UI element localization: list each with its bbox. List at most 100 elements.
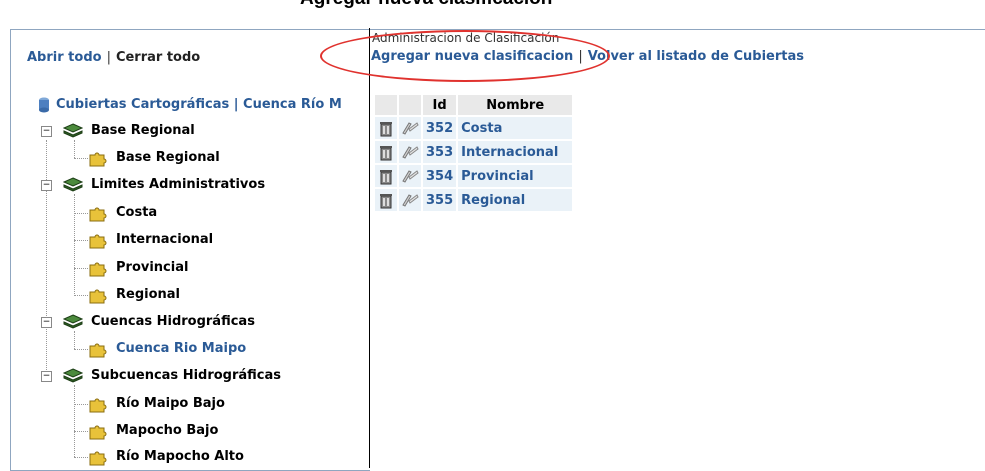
tree-leaf-cuenca-rio-maipo[interactable]: Cuenca Rio Maipo	[88, 339, 246, 359]
tree-group-label: Base Regional	[91, 123, 195, 138]
delete-cell	[375, 141, 397, 163]
trash-icon[interactable]	[377, 167, 395, 185]
tree-leaf-base-regional[interactable]: Base Regional	[88, 148, 220, 168]
expander-minus-icon[interactable]: −	[41, 126, 52, 137]
puzzle-icon	[89, 451, 107, 465]
table-header-cell	[399, 95, 421, 115]
tree-group-subcuencas[interactable]: Subcuencas Hidrográficas	[63, 366, 281, 386]
puzzle-icon	[89, 207, 107, 221]
tree-connector	[74, 331, 75, 349]
tree-connector	[74, 213, 88, 214]
tree-leaf-label: Mapocho Bajo	[116, 423, 219, 438]
tree-group-cuencas[interactable]: Cuencas Hidrográficas	[63, 312, 255, 332]
tree-connector	[74, 457, 88, 458]
tree-leaf-label: Río Mapocho Alto	[116, 449, 244, 464]
table-header-row: Id Nombre	[375, 95, 573, 115]
tree-root-label: Cubiertas Cartográficas | Cuenca Río M	[56, 97, 342, 112]
trash-icon[interactable]	[377, 143, 395, 161]
table-row: 355 Regional	[375, 189, 573, 211]
tree-leaf-provincial[interactable]: Provincial	[88, 258, 188, 278]
row-id: 353	[423, 141, 457, 163]
edit-icon[interactable]	[401, 167, 419, 185]
tree-leaf-label: Costa	[116, 205, 158, 220]
tree-connector	[74, 385, 75, 457]
tree-connector	[74, 404, 88, 405]
open-all-link[interactable]: Abrir todo	[27, 50, 102, 65]
tree-controls: Abrir todo | Cerrar todo	[27, 50, 200, 65]
puzzle-icon	[89, 262, 107, 276]
tree-group-label: Limites Administrativos	[91, 177, 266, 192]
close-all-link[interactable]: Cerrar todo	[116, 50, 200, 65]
layers-icon	[63, 122, 83, 138]
tree-connector	[74, 349, 88, 350]
tree-group-limites[interactable]: Limites Administrativos	[63, 175, 265, 195]
delete-cell	[375, 117, 397, 139]
delete-cell	[375, 189, 397, 211]
table-row: 354 Provincial	[375, 165, 573, 187]
tree-connector	[74, 158, 88, 159]
tree-connector	[74, 431, 88, 432]
layers-icon	[63, 313, 83, 329]
database-icon	[39, 97, 49, 112]
tree-leaf-rio-maipo-bajo[interactable]: Río Maipo Bajo	[88, 394, 225, 414]
page-title: Agregar nueva clasificacion	[300, 0, 552, 10]
puzzle-icon	[89, 343, 107, 357]
tree-leaf-label: Provincial	[116, 260, 189, 275]
edit-cell	[399, 165, 421, 187]
edit-cell	[399, 189, 421, 211]
tree-group-base-regional[interactable]: Base Regional	[63, 121, 195, 141]
classification-table: Id Nombre 352 Costa 353 Internacional 35…	[373, 93, 574, 213]
tree-leaf-costa[interactable]: Costa	[88, 203, 157, 223]
row-name-link[interactable]: Costa	[458, 117, 573, 139]
table-header-id: Id	[423, 95, 457, 115]
puzzle-icon	[89, 398, 107, 412]
puzzle-icon	[89, 234, 107, 248]
tree-leaf-label: Base Regional	[116, 150, 220, 165]
trash-icon[interactable]	[377, 119, 395, 137]
tree-connector	[74, 268, 88, 269]
row-name-link[interactable]: Regional	[458, 189, 573, 211]
row-name-link[interactable]: Provincial	[458, 165, 573, 187]
tree-connector	[46, 140, 47, 372]
table-row: 352 Costa	[375, 117, 573, 139]
tree-controls-separator: |	[106, 50, 111, 65]
tree-root[interactable]: Cubiertas Cartográficas | Cuenca Río M	[38, 95, 342, 115]
expander-minus-icon[interactable]: −	[41, 180, 52, 191]
row-name-link[interactable]: Internacional	[458, 141, 573, 163]
layers-icon	[63, 367, 83, 383]
row-id: 355	[423, 189, 457, 211]
tree-leaf-label: Internacional	[116, 232, 214, 247]
puzzle-icon	[89, 425, 107, 439]
row-id: 352	[423, 117, 457, 139]
tree-group-label: Subcuencas Hidrográficas	[91, 368, 282, 383]
back-to-list-link[interactable]: Volver al listado de Cubiertas	[588, 49, 804, 64]
edit-cell	[399, 117, 421, 139]
trash-icon[interactable]	[377, 191, 395, 209]
expander-minus-icon[interactable]: −	[41, 371, 52, 382]
tree-leaf-mapocho-bajo[interactable]: Mapocho Bajo	[88, 421, 218, 441]
tree-leaf-rio-mapocho-alto[interactable]: Río Mapocho Alto	[88, 447, 244, 467]
table-header-cell	[375, 95, 397, 115]
expander-minus-icon[interactable]: −	[41, 317, 52, 328]
table-header-nombre: Nombre	[458, 95, 573, 115]
highlight-annotation	[320, 30, 610, 82]
layers-icon	[63, 176, 83, 192]
tree-connector	[74, 140, 75, 158]
tree-connector	[74, 194, 75, 296]
tree-leaf-regional[interactable]: Regional	[88, 285, 180, 305]
tree-leaf-label: Río Maipo Bajo	[116, 396, 225, 411]
edit-icon[interactable]	[401, 119, 419, 137]
edit-icon[interactable]	[401, 143, 419, 161]
delete-cell	[375, 165, 397, 187]
edit-icon[interactable]	[401, 191, 419, 209]
tree-connector	[74, 240, 88, 241]
tree-leaf-label: Regional	[116, 287, 181, 302]
puzzle-icon	[89, 289, 107, 303]
tree-leaf-internacional[interactable]: Internacional	[88, 230, 213, 250]
edit-cell	[399, 141, 421, 163]
table-row: 353 Internacional	[375, 141, 573, 163]
puzzle-icon	[89, 152, 107, 166]
tree-connector	[74, 295, 88, 296]
row-id: 354	[423, 165, 457, 187]
tree-group-label: Cuencas Hidrográficas	[91, 314, 255, 329]
